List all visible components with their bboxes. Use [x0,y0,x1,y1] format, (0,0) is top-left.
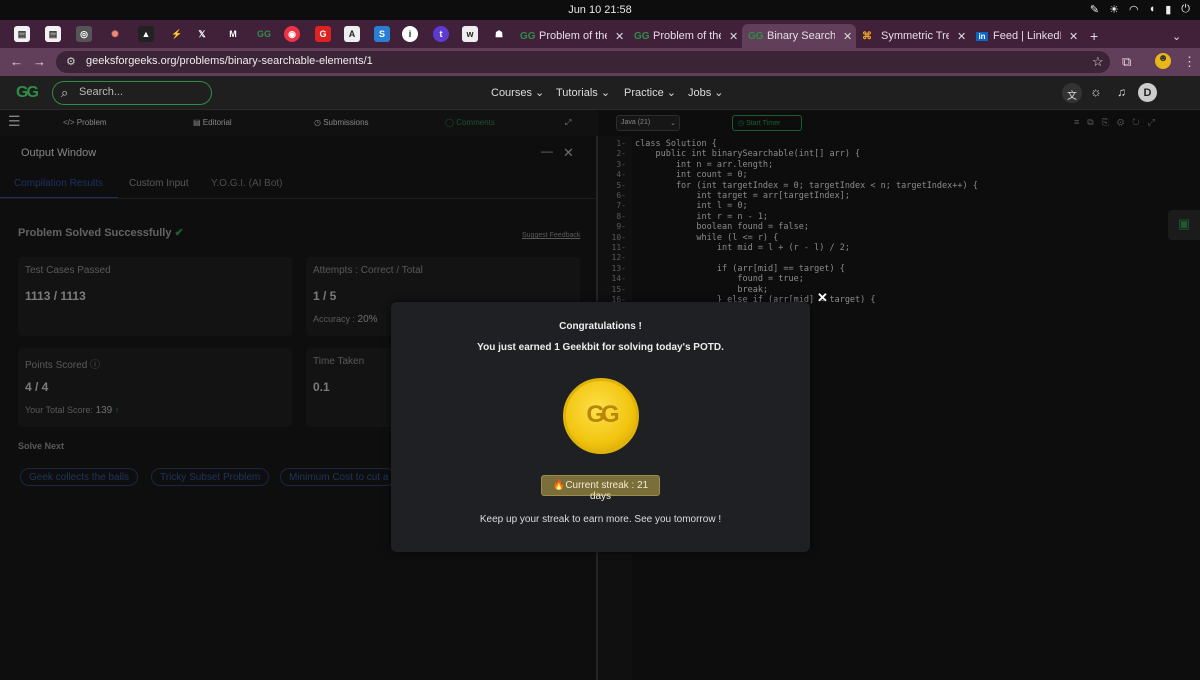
site-info-icon[interactable]: ⚙ [66,55,76,68]
close-tab-icon[interactable]: ✕ [615,30,624,43]
pinned-tab-icon[interactable]: A [344,26,360,42]
gfg-logo[interactable]: GG [16,84,39,102]
tab-search-icon[interactable]: ⌄ [1166,24,1186,48]
back-icon[interactable]: ← [10,54,23,69]
pinned-tab-icon[interactable]: ◎ [76,26,92,42]
volume-icon[interactable]: ◖ [1149,3,1156,16]
nav-tutorials[interactable]: Tutorials ⌄ [556,86,610,99]
site-header: GG ⌕ Search... Courses ⌄ Tutorials ⌄ Pra… [0,76,1200,110]
tab-symmetric-tree[interactable]: ⌘ Symmetric Tree ✕ [856,24,970,48]
notification-bell-icon[interactable]: ♫ [1117,85,1126,99]
theme-toggle-icon[interactable]: ☼ [1090,84,1102,99]
pinned-tab-icon[interactable]: ✺ [107,26,123,42]
close-tab-icon[interactable]: ✕ [1069,30,1078,43]
close-tab-icon[interactable]: ✕ [729,30,738,43]
extensions-icon[interactable]: ⧉ [1122,54,1131,70]
system-clock[interactable]: Jun 10 21:58 [0,4,1200,16]
nav-courses[interactable]: Courses ⌄ [491,86,544,99]
modal-footer-text: Keep up your streak to earn more. See yo… [479,514,722,525]
url-field[interactable]: ⚙ geeksforgeeks.org/problems/binary-sear… [56,51,1110,73]
pinned-tab-icon[interactable]: M [225,26,241,42]
search-icon: ⌕ [61,85,69,100]
power-icon[interactable]: ⏻ [1181,3,1190,16]
pinned-tab-icon[interactable]: ☗ [491,26,507,42]
pinned-tab-icon[interactable]: ▲ [138,26,154,42]
reddit-icon[interactable]: ◉ [284,26,300,42]
tab-binary-searchable[interactable]: GG Binary Searchal ✕ [742,24,856,48]
leetcode-icon: ⌘ [862,30,872,42]
new-tab-button[interactable]: + [1084,24,1104,48]
pinned-tab-icon[interactable]: ▤ [45,26,61,42]
close-tab-icon[interactable]: ✕ [957,30,966,43]
info-icon[interactable]: i [402,26,418,42]
browser-tab-strip: ▤ ▤ ◎ ✺ ▲ ⚡ 𝕏 M GG ◉ G A S i t w ☗ GG Pr… [0,20,1200,48]
avatar[interactable]: D [1138,83,1157,102]
battery-icon[interactable]: ▮ [1165,3,1171,16]
close-tab-icon[interactable]: ✕ [843,30,852,43]
brightness-icon[interactable]: ☀ [1109,3,1119,16]
pinned-tab-icon[interactable]: w [462,26,478,42]
pinned-tab-icon[interactable]: t [433,26,449,42]
tab-problem-of-the-day-1[interactable]: GG Problem of the ✕ [514,24,628,48]
wifi-icon[interactable]: ◠ [1129,3,1139,16]
nav-practice[interactable]: Practice ⌄ [624,86,676,99]
modal-subtitle: You just earned 1 Geekbit for solving to… [477,342,724,353]
browser-menu-icon[interactable]: ⋮ [1183,54,1196,70]
translate-icon[interactable]: 文 [1062,83,1082,103]
tab-problem-of-the-day-2[interactable]: GG Problem of the ✕ [628,24,742,48]
gfg-icon: GG [520,30,536,42]
system-tray[interactable]: ✎ ☀ ◠ ◖ ▮ ⏻ [1090,3,1190,16]
browser-address-bar: ← → ⚙ geeksforgeeks.org/problems/binary-… [0,48,1200,76]
geekbit-coin-icon: GG [563,378,639,454]
edit-icon[interactable]: ✎ [1090,3,1099,16]
pinned-tab-icon[interactable]: ▤ [14,26,30,42]
forward-icon[interactable]: → [33,54,46,69]
pinned-tab-icon[interactable]: S [374,26,390,42]
pinned-tab-icon[interactable]: ⚡ [169,26,185,42]
pinned-tab-icon[interactable]: G [315,26,331,42]
gfg-icon: GG [748,30,764,42]
fire-icon: 🔥 [552,480,566,491]
linkedin-icon: in [976,31,988,41]
modal-title: Congratulations ! [559,321,642,332]
congrats-modal: Congratulations ! You just earned 1 Geek… [391,302,810,552]
modal-close-icon[interactable]: ✕ [817,290,828,306]
nav-jobs[interactable]: Jobs ⌄ [688,86,724,99]
profile-icon[interactable]: ☻ [1155,53,1171,69]
gfg-icon[interactable]: GG [256,26,272,42]
streak-badge: 🔥Current streak : 21 days [541,475,660,502]
os-top-bar: Jun 10 21:58 ✎ ☀ ◠ ◖ ▮ ⏻ [0,0,1200,20]
tab-linkedin-feed[interactable]: in Feed | LinkedIn ✕ [970,24,1084,48]
site-search-input[interactable]: ⌕ Search... [52,81,212,105]
x-icon[interactable]: 𝕏 [194,26,210,42]
bookmark-star-icon[interactable]: ☆ [1092,54,1104,70]
gfg-icon: GG [634,30,650,42]
